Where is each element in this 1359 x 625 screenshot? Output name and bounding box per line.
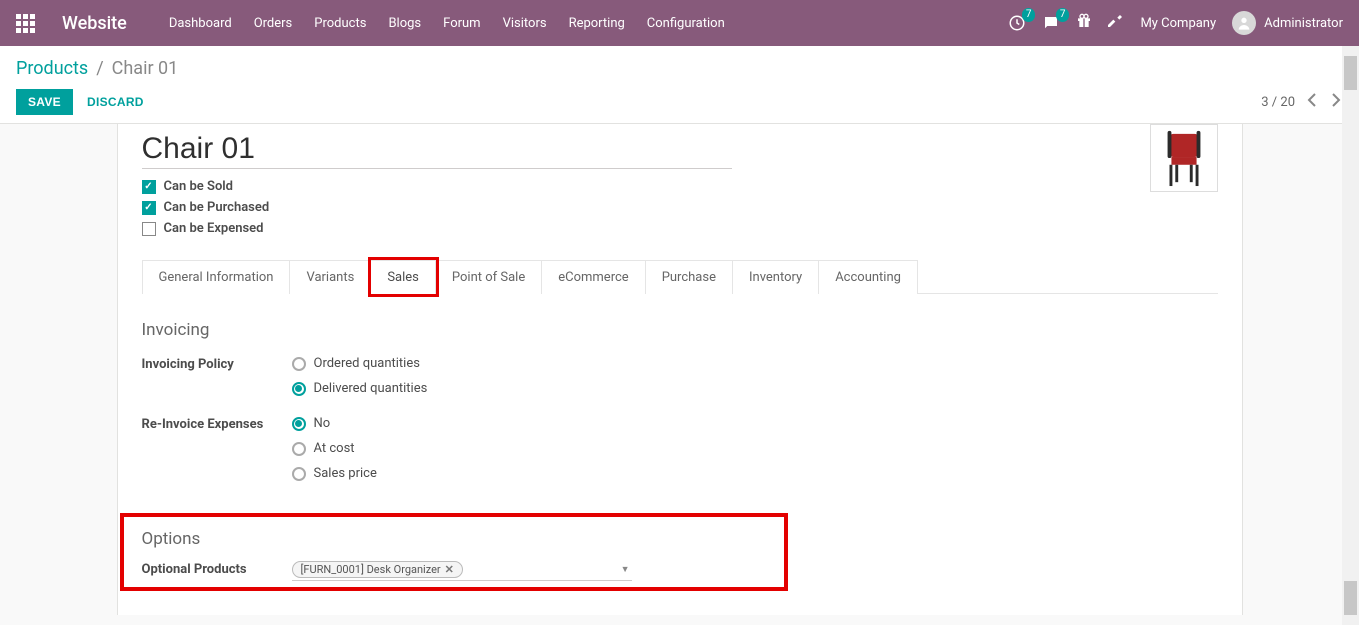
tab-inventory[interactable]: Inventory: [733, 260, 819, 294]
chat-badge: 7: [1056, 8, 1070, 22]
avatar-icon: [1232, 11, 1256, 35]
nav-link-reporting[interactable]: Reporting: [569, 16, 625, 31]
pager-prev-icon[interactable]: [1305, 91, 1319, 113]
check-expensed[interactable]: Can be Expensed: [142, 221, 1218, 236]
field-label: Invoicing Policy: [142, 356, 292, 396]
nav-links: Dashboard Orders Products Blogs Forum Vi…: [169, 16, 725, 31]
radio-icon: [292, 417, 306, 431]
clock-icon[interactable]: 7: [1008, 14, 1026, 32]
tab-variants[interactable]: Variants: [290, 260, 371, 294]
apps-icon[interactable]: [16, 14, 36, 33]
product-image[interactable]: [1150, 124, 1218, 192]
product-title-input[interactable]: [142, 128, 732, 169]
action-bar: Products / Chair 01 SAVE DISCARD 3 / 20: [0, 46, 1359, 124]
tag-optional-product[interactable]: [FURN_0001] Desk Organizer ✕: [292, 561, 463, 578]
check-label: Can be Purchased: [164, 200, 270, 215]
gift-icon[interactable]: [1076, 13, 1092, 33]
section-invoicing-title: Invoicing: [142, 320, 1218, 340]
checks: ✓ Can be Sold ✓ Can be Purchased Can be …: [142, 179, 1218, 236]
checkbox-icon: ✓: [142, 180, 156, 194]
radio-icon: [292, 357, 306, 371]
sheet-container: ✓ Can be Sold ✓ Can be Purchased Can be …: [0, 124, 1359, 615]
tab-accounting[interactable]: Accounting: [819, 260, 918, 294]
radio-label: At cost: [314, 441, 355, 456]
discard-button[interactable]: DISCARD: [87, 95, 144, 109]
breadcrumb: Products / Chair 01: [16, 58, 1343, 79]
radio-icon: [292, 442, 306, 456]
section-options-title: Options: [142, 529, 1218, 549]
tab-ecommerce[interactable]: eCommerce: [542, 260, 645, 294]
action-row: SAVE DISCARD 3 / 20: [16, 89, 1343, 115]
nav-link-dashboard[interactable]: Dashboard: [169, 16, 232, 31]
tab-purchase[interactable]: Purchase: [646, 260, 733, 294]
radio-label: No: [314, 416, 331, 431]
user-menu[interactable]: Administrator: [1232, 11, 1343, 35]
optional-products-input[interactable]: [FURN_0001] Desk Organizer ✕ ▼: [292, 561, 632, 581]
radio-icon: [292, 382, 306, 396]
field-label: Re-Invoice Expenses: [142, 416, 292, 481]
top-nav: Website Dashboard Orders Products Blogs …: [0, 0, 1359, 46]
scrollbar-thumb[interactable]: [1344, 581, 1357, 615]
tag-label: [FURN_0001] Desk Organizer: [301, 563, 441, 576]
tab-sales[interactable]: Sales: [371, 260, 436, 294]
tab-general[interactable]: General Information: [142, 260, 291, 294]
breadcrumb-root[interactable]: Products: [16, 58, 88, 79]
tabs: General Information Variants Sales Point…: [142, 260, 1218, 294]
radio-group-policy: Ordered quantities Delivered quantities: [292, 356, 1218, 396]
field-optional-products: Optional Products [FURN_0001] Desk Organ…: [142, 561, 1218, 581]
radio-no[interactable]: No: [292, 416, 1218, 431]
radio-label: Delivered quantities: [314, 381, 428, 396]
tag-remove-icon[interactable]: ✕: [445, 563, 454, 576]
form-sheet: ✓ Can be Sold ✓ Can be Purchased Can be …: [117, 124, 1243, 615]
form-body: Invoicing Invoicing Policy Ordered quant…: [142, 294, 1218, 581]
company-name[interactable]: My Company: [1140, 16, 1216, 31]
chevron-down-icon[interactable]: ▼: [621, 564, 632, 575]
user-name: Administrator: [1264, 16, 1343, 31]
radio-salesprice[interactable]: Sales price: [292, 466, 1218, 481]
nav-link-configuration[interactable]: Configuration: [647, 16, 725, 31]
radio-label: Sales price: [314, 466, 377, 481]
pager: 3 / 20: [1261, 91, 1343, 113]
chat-icon[interactable]: 7: [1042, 14, 1060, 32]
field-label: Optional Products: [142, 561, 292, 581]
nav-link-visitors[interactable]: Visitors: [503, 16, 547, 31]
breadcrumb-sep: /: [96, 58, 103, 79]
field-invoicing-policy: Invoicing Policy Ordered quantities Deli…: [142, 356, 1218, 396]
checkbox-icon: ✓: [142, 201, 156, 215]
title-row: ✓ Can be Sold ✓ Can be Purchased Can be …: [142, 124, 1218, 242]
check-purchased[interactable]: ✓ Can be Purchased: [142, 200, 1218, 215]
wrench-icon[interactable]: [1108, 13, 1124, 33]
tab-pos[interactable]: Point of Sale: [436, 260, 542, 294]
radio-group-reinvoice: No At cost Sales price: [292, 416, 1218, 481]
radio-label: Ordered quantities: [314, 356, 420, 371]
nav-link-forum[interactable]: Forum: [443, 16, 480, 31]
scrollbar-track[interactable]: [1342, 46, 1359, 625]
options-block: Options Optional Products [FURN_0001] De…: [142, 529, 1218, 581]
nav-link-blogs[interactable]: Blogs: [388, 16, 421, 31]
nav-link-products[interactable]: Products: [314, 16, 366, 31]
check-label: Can be Expensed: [164, 221, 264, 236]
checkbox-icon: [142, 222, 156, 236]
field-reinvoice: Re-Invoice Expenses No At cost: [142, 416, 1218, 481]
clock-badge: 7: [1022, 8, 1036, 22]
scrollbar-thumb[interactable]: [1344, 56, 1357, 90]
radio-atcost[interactable]: At cost: [292, 441, 1218, 456]
breadcrumb-current: Chair 01: [112, 58, 179, 79]
save-button[interactable]: SAVE: [16, 89, 73, 115]
pager-next-icon[interactable]: [1329, 91, 1343, 113]
nav-right: 7 7 My Company Administrator: [1008, 11, 1343, 35]
radio-icon: [292, 467, 306, 481]
brand[interactable]: Website: [62, 13, 127, 34]
nav-link-orders[interactable]: Orders: [254, 16, 293, 31]
radio-ordered[interactable]: Ordered quantities: [292, 356, 1218, 371]
check-sold[interactable]: ✓ Can be Sold: [142, 179, 1218, 194]
radio-delivered[interactable]: Delivered quantities: [292, 381, 1218, 396]
check-label: Can be Sold: [164, 179, 234, 194]
pager-text: 3 / 20: [1261, 95, 1295, 110]
